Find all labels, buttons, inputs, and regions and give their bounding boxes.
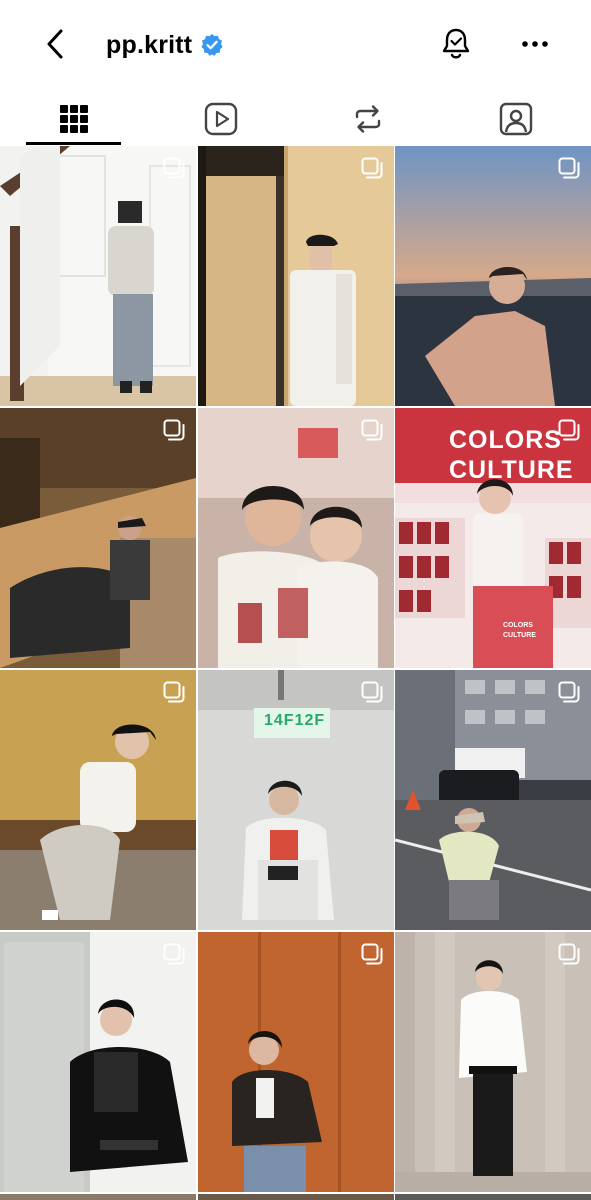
post-photo [0,146,196,406]
notifications-button[interactable] [436,24,476,64]
bell-icon [442,28,470,59]
chevron-left-icon [47,29,63,59]
multiple-photos-icon [361,681,383,703]
post-photo [198,670,394,930]
username: pp.kritt [106,30,193,59]
tab-reposts[interactable] [318,92,418,145]
multiple-photos-icon [361,419,383,441]
verified-badge-icon [200,33,224,57]
multiple-photos-icon [163,943,185,965]
sign-text-culture: CULTURE [449,456,574,484]
post-thumbnail[interactable] [395,932,591,1192]
more-horizontal-icon [522,41,548,47]
post-thumbnail[interactable]: 14F12F [198,670,394,930]
multiple-photos-icon [558,943,580,965]
post-thumbnail[interactable] [0,408,196,668]
multiple-photos-icon [558,419,580,441]
post-thumbnail[interactable] [0,670,196,930]
tab-tagged[interactable] [466,92,566,145]
post-thumbnail[interactable] [198,408,394,668]
post-thumbnail[interactable] [198,146,394,406]
reels-icon [204,102,238,135]
post-photo [0,670,196,930]
post-thumbnail[interactable] [395,146,591,406]
post-photo [395,1194,591,1200]
post-photo [0,1194,196,1200]
multiple-photos-icon [361,157,383,179]
back-button[interactable] [36,24,76,64]
post-photo [198,408,394,668]
post-thumbnail[interactable] [0,146,196,406]
tab-grid[interactable] [24,92,124,145]
multiple-photos-icon [361,943,383,965]
box-text-colors: COLORS [503,622,533,629]
sign-text-colors: COLORS [449,426,562,454]
post-thumbnail[interactable]: COLORS CULTURE COLORS CULTURE [395,408,591,668]
post-photo [0,932,196,1192]
post-thumbnail[interactable] [0,1194,196,1200]
repost-icon [355,104,381,133]
post-thumbnail[interactable] [0,932,196,1192]
multiple-photos-icon [558,681,580,703]
post-photo [395,932,591,1192]
tab-reels[interactable] [171,92,271,145]
username-title: pp.kritt [106,28,224,62]
post-thumbnail[interactable] [395,670,591,930]
post-photo [198,1194,394,1200]
box-text-culture: CULTURE [503,632,536,639]
profile-tabs [0,92,591,145]
post-thumbnail[interactable] [395,1194,591,1200]
multiple-photos-icon [558,157,580,179]
profile-header: pp.kritt [0,0,591,92]
multiple-photos-icon [163,157,185,179]
multiple-photos-icon [163,419,185,441]
tagged-icon [499,102,533,135]
post-thumbnail[interactable] [198,1194,394,1200]
active-tab-indicator [26,142,121,145]
post-photo [0,408,196,668]
grid-icon [60,104,88,133]
post-photo [198,932,394,1192]
post-photo [395,670,591,930]
exit-sign-text: 14F12F [264,712,326,729]
post-photo [395,146,591,406]
post-photo [198,146,394,406]
post-thumbnail[interactable] [198,932,394,1192]
more-options-button[interactable] [515,24,555,64]
multiple-photos-icon [163,681,185,703]
